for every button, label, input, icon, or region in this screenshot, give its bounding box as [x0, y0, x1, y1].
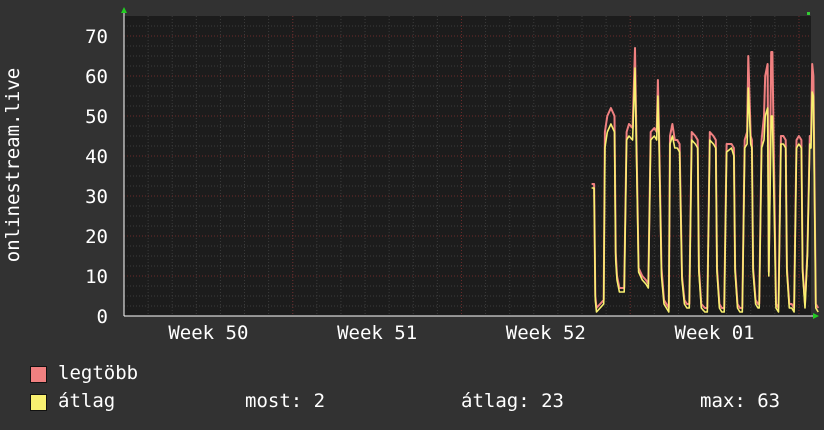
x-tick-label: Week 50 — [168, 322, 248, 344]
y-tick-label: 70 — [85, 26, 108, 48]
y-axis-label: onlinestream.live — [2, 68, 24, 262]
chart-panel: 0 10 20 30 40 50 60 70 Week 50 Week 51 Week 52 Week… — [0, 0, 824, 430]
x-axis-arrow-icon — [813, 313, 819, 319]
legend-label-atlag: átlag — [58, 390, 116, 412]
x-tick-label: Week 52 — [506, 322, 586, 344]
y-tick-label: 60 — [85, 66, 108, 88]
legend-row-legtobb: legtöbb — [30, 362, 810, 388]
y-tick-label: 20 — [85, 226, 108, 248]
corner-marker — [807, 12, 810, 15]
legend-row-atlag: átlag most: 2 átlag: 23 max: 63 — [30, 390, 810, 416]
y-tick-label: 30 — [85, 186, 108, 208]
x-tick-label: Week 51 — [337, 322, 417, 344]
stat-average: átlag: 23 — [461, 390, 564, 412]
legend-label-legtobb: legtöbb — [58, 362, 139, 384]
x-tick-label: Week 01 — [675, 322, 755, 344]
y-tick-label: 40 — [85, 146, 108, 168]
y-tick-label: 10 — [85, 266, 108, 288]
y-axis-arrow-icon — [121, 7, 127, 13]
legend-swatch-atlag — [30, 394, 47, 411]
stat-now: most: 2 — [245, 390, 326, 412]
legend-swatch-legtobb — [30, 366, 47, 383]
y-tick-label: 0 — [97, 306, 108, 328]
y-tick-label: 50 — [85, 106, 108, 128]
stat-max: max: 63 — [700, 390, 781, 412]
